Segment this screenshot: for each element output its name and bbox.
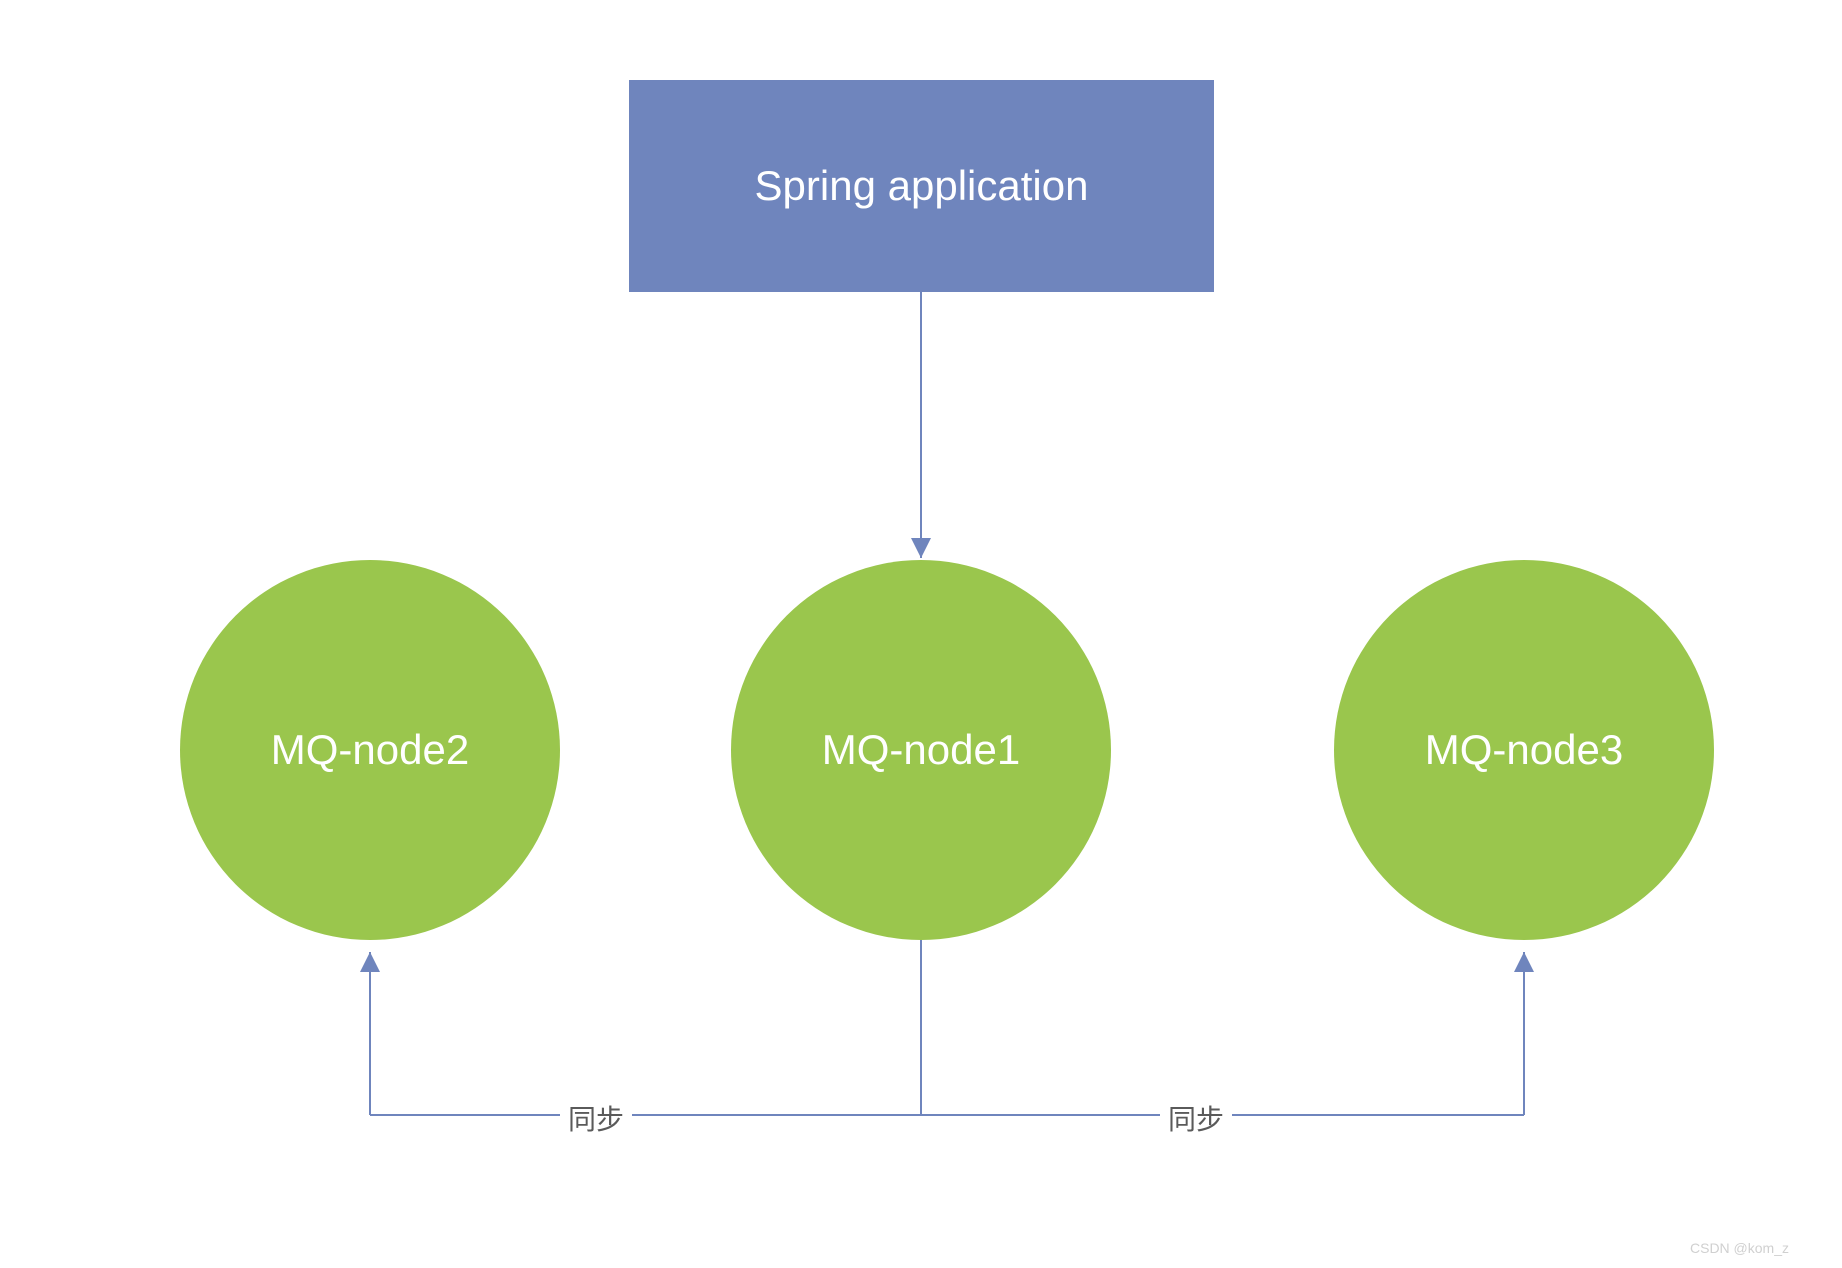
sync-label-left: 同步 <box>560 1098 632 1138</box>
mq-node2-circle: MQ-node2 <box>180 560 560 940</box>
mq-node2-label: MQ-node2 <box>271 726 469 774</box>
watermark-text: CSDN @kom_z <box>1690 1240 1789 1256</box>
sync-label-right: 同步 <box>1160 1098 1232 1138</box>
mq-node1-label: MQ-node1 <box>822 726 1020 774</box>
spring-application-box: Spring application <box>629 80 1214 292</box>
mq-node3-label: MQ-node3 <box>1425 726 1623 774</box>
mq-node1-circle: MQ-node1 <box>731 560 1111 940</box>
mq-node3-circle: MQ-node3 <box>1334 560 1714 940</box>
spring-application-label: Spring application <box>755 162 1089 210</box>
